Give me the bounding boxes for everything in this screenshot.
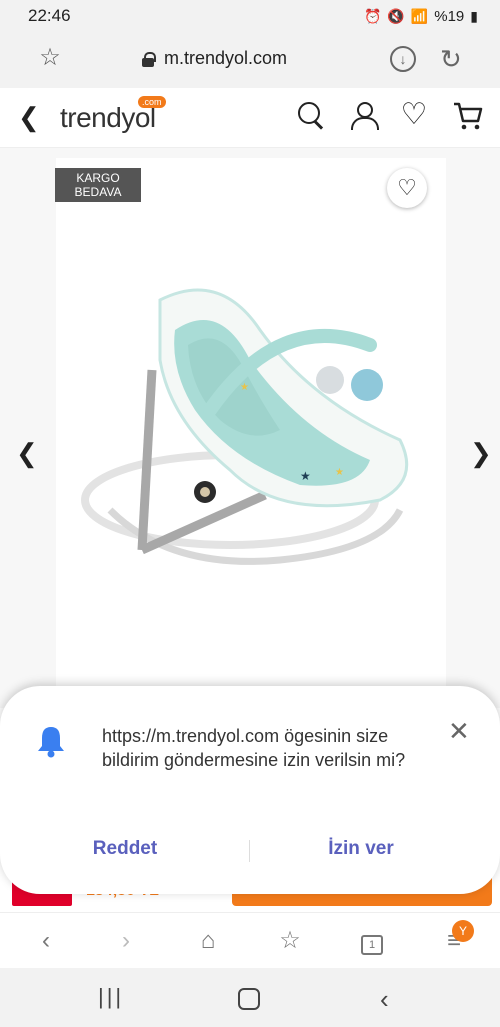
- status-icons: ⏰ 🔇 📶 %19 ▮: [364, 8, 478, 25]
- badge-line-2: BEDAVA: [74, 185, 122, 199]
- svg-text:★: ★: [335, 467, 344, 478]
- browser-forward-icon[interactable]: ›: [110, 925, 142, 957]
- browser-toolbar: ‹ › ⌂ ☆ 1 ≡: [0, 912, 500, 968]
- bookmark-star-icon[interactable]: ☆: [36, 44, 64, 72]
- download-icon[interactable]: ↓: [390, 46, 416, 72]
- status-time: 22:46: [28, 6, 71, 25]
- alarm-icon: ⏰: [363, 7, 382, 24]
- tabs-icon[interactable]: 1: [356, 925, 388, 957]
- favorites-heart-icon[interactable]: ♡: [398, 100, 430, 132]
- button-divider: [249, 840, 250, 862]
- svg-text:★: ★: [240, 382, 249, 393]
- next-image-arrow-icon[interactable]: ❯: [470, 438, 492, 469]
- battery-level: %19: [434, 7, 465, 25]
- deny-button[interactable]: Reddet: [60, 838, 190, 860]
- recent-apps-icon[interactable]: |||: [98, 984, 124, 1010]
- lock-icon: [142, 51, 156, 67]
- site-header: ❮ trendyol .com ♡: [0, 88, 500, 148]
- logo-com-badge: .com: [138, 96, 166, 108]
- menu-badge: Y: [452, 920, 474, 942]
- url-field[interactable]: m.trendyol.com: [142, 48, 287, 69]
- bookmarks-star-icon[interactable]: ☆: [274, 925, 306, 957]
- add-favorite-heart-icon[interactable]: ♡: [387, 168, 427, 208]
- user-icon[interactable]: [348, 100, 380, 132]
- status-bar: 22:46 ⏰ 🔇 📶 %19 ▮: [0, 0, 500, 32]
- reload-icon[interactable]: ↻: [440, 44, 462, 75]
- svg-text:★: ★: [300, 469, 311, 483]
- free-shipping-badge: KARGO BEDAVA: [55, 168, 141, 202]
- notification-message: https://m.trendyol.com ögesinin size bil…: [102, 726, 406, 770]
- tabs-count: 1: [361, 935, 383, 955]
- battery-icon: ▮: [470, 7, 478, 24]
- home-icon[interactable]: ⌂: [192, 925, 224, 957]
- search-icon[interactable]: [296, 100, 328, 132]
- wifi-icon: 📶: [410, 7, 429, 24]
- android-back-icon[interactable]: ‹: [380, 984, 389, 1015]
- browser-url-bar: ☆ m.trendyol.com ↓ ↻: [0, 32, 500, 88]
- badge-line-1: KARGO: [76, 171, 120, 185]
- back-arrow-icon[interactable]: ❮: [18, 102, 40, 133]
- cart-icon[interactable]: [452, 100, 484, 132]
- android-nav-bar: ||| ‹: [0, 968, 500, 1027]
- android-home-icon[interactable]: [238, 988, 260, 1010]
- url-text: m.trendyol.com: [164, 48, 288, 68]
- close-icon[interactable]: ✕: [448, 716, 470, 746]
- mute-icon: 🔇: [387, 7, 405, 24]
- prev-image-arrow-icon[interactable]: ❮: [16, 438, 38, 469]
- baby-bouncer-image: ★ ★ ★: [81, 288, 409, 565]
- bell-icon: [36, 724, 66, 758]
- allow-button[interactable]: İzin ver: [296, 838, 426, 860]
- notification-permission-dialog: https://m.trendyol.com ögesinin size bil…: [0, 686, 500, 894]
- browser-back-icon[interactable]: ‹: [30, 925, 62, 957]
